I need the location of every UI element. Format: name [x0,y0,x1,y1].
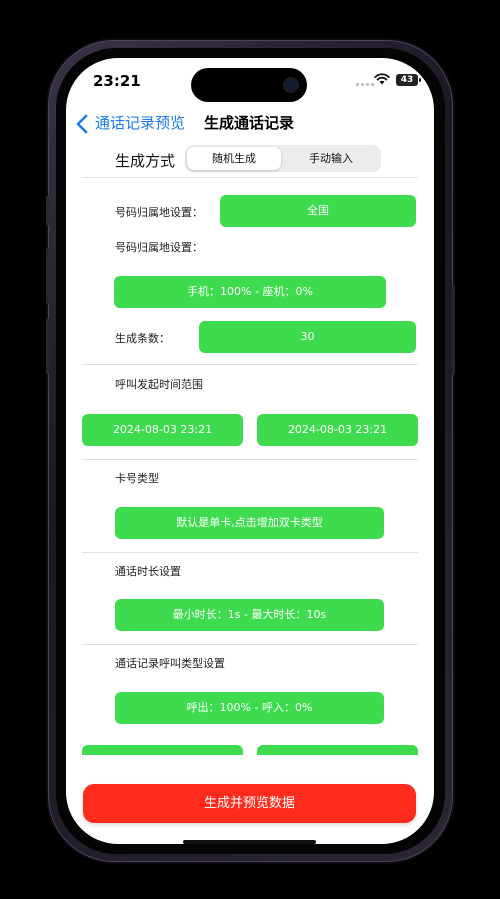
phone-type-button[interactable]: 手机：100% - 座机：0% [114,276,386,308]
app-screen: 23:21 43 通话记录预览 生成通话记录 生成方式 随机生成 手动输入 号码… [66,58,434,844]
count-button[interactable]: 30 [199,321,416,353]
duration-label: 通话时长设置 [115,565,181,578]
sim-type-label: 卡号类型 [115,472,159,485]
navigation-bar: 通话记录预览 生成通话记录 [66,108,434,140]
segment-random[interactable]: 随机生成 [187,147,281,170]
partially-hidden-button-right[interactable] [257,745,418,755]
chevron-left-icon[interactable] [76,114,88,134]
home-indicator [183,840,316,844]
generation-mode-segmented-control[interactable]: 随机生成 手动输入 [185,145,381,172]
partially-hidden-button-left[interactable] [82,745,243,755]
status-time: 23:21 [93,72,141,90]
volume-up-button [46,248,49,304]
divider [82,552,418,553]
duration-button[interactable]: 最小时长：1s - 最大时长：10s [115,599,384,631]
start-time-button[interactable]: 2024-08-03 23:21 [82,414,243,446]
divider [82,644,418,645]
battery-icon: 43 [396,74,421,86]
page-title: 生成通话记录 [204,114,295,132]
generate-preview-button[interactable]: 生成并预览数据 [83,784,416,823]
call-direction-button[interactable]: 呼出：100% - 呼入：0% [115,692,384,724]
action-button [46,196,49,226]
camera-icon [285,79,297,91]
cellular-signal-icon [356,83,374,86]
divider [82,364,418,365]
dynamic-island [191,68,307,102]
segment-manual[interactable]: 手动输入 [283,147,379,170]
count-label: 生成条数： [115,332,170,345]
divider [82,459,418,460]
end-time-button[interactable]: 2024-08-03 23:21 [257,414,418,446]
location-button[interactable]: 全国 [220,195,416,227]
location-label: 号码归属地设置： [115,206,203,219]
sim-type-button[interactable]: 默认是单卡,点击增加双卡类型 [115,507,384,539]
time-range-label: 呼叫发起时间范围 [115,378,203,391]
power-button [452,285,455,375]
phone-type-label: 号码归属地设置： [115,241,203,254]
back-button[interactable]: 通话记录预览 [95,112,185,133]
call-direction-label: 通话记录呼叫类型设置 [115,657,225,670]
wifi-icon [374,73,390,85]
divider [82,177,418,178]
volume-down-button [46,318,49,374]
generation-mode-label: 生成方式 [115,152,176,170]
